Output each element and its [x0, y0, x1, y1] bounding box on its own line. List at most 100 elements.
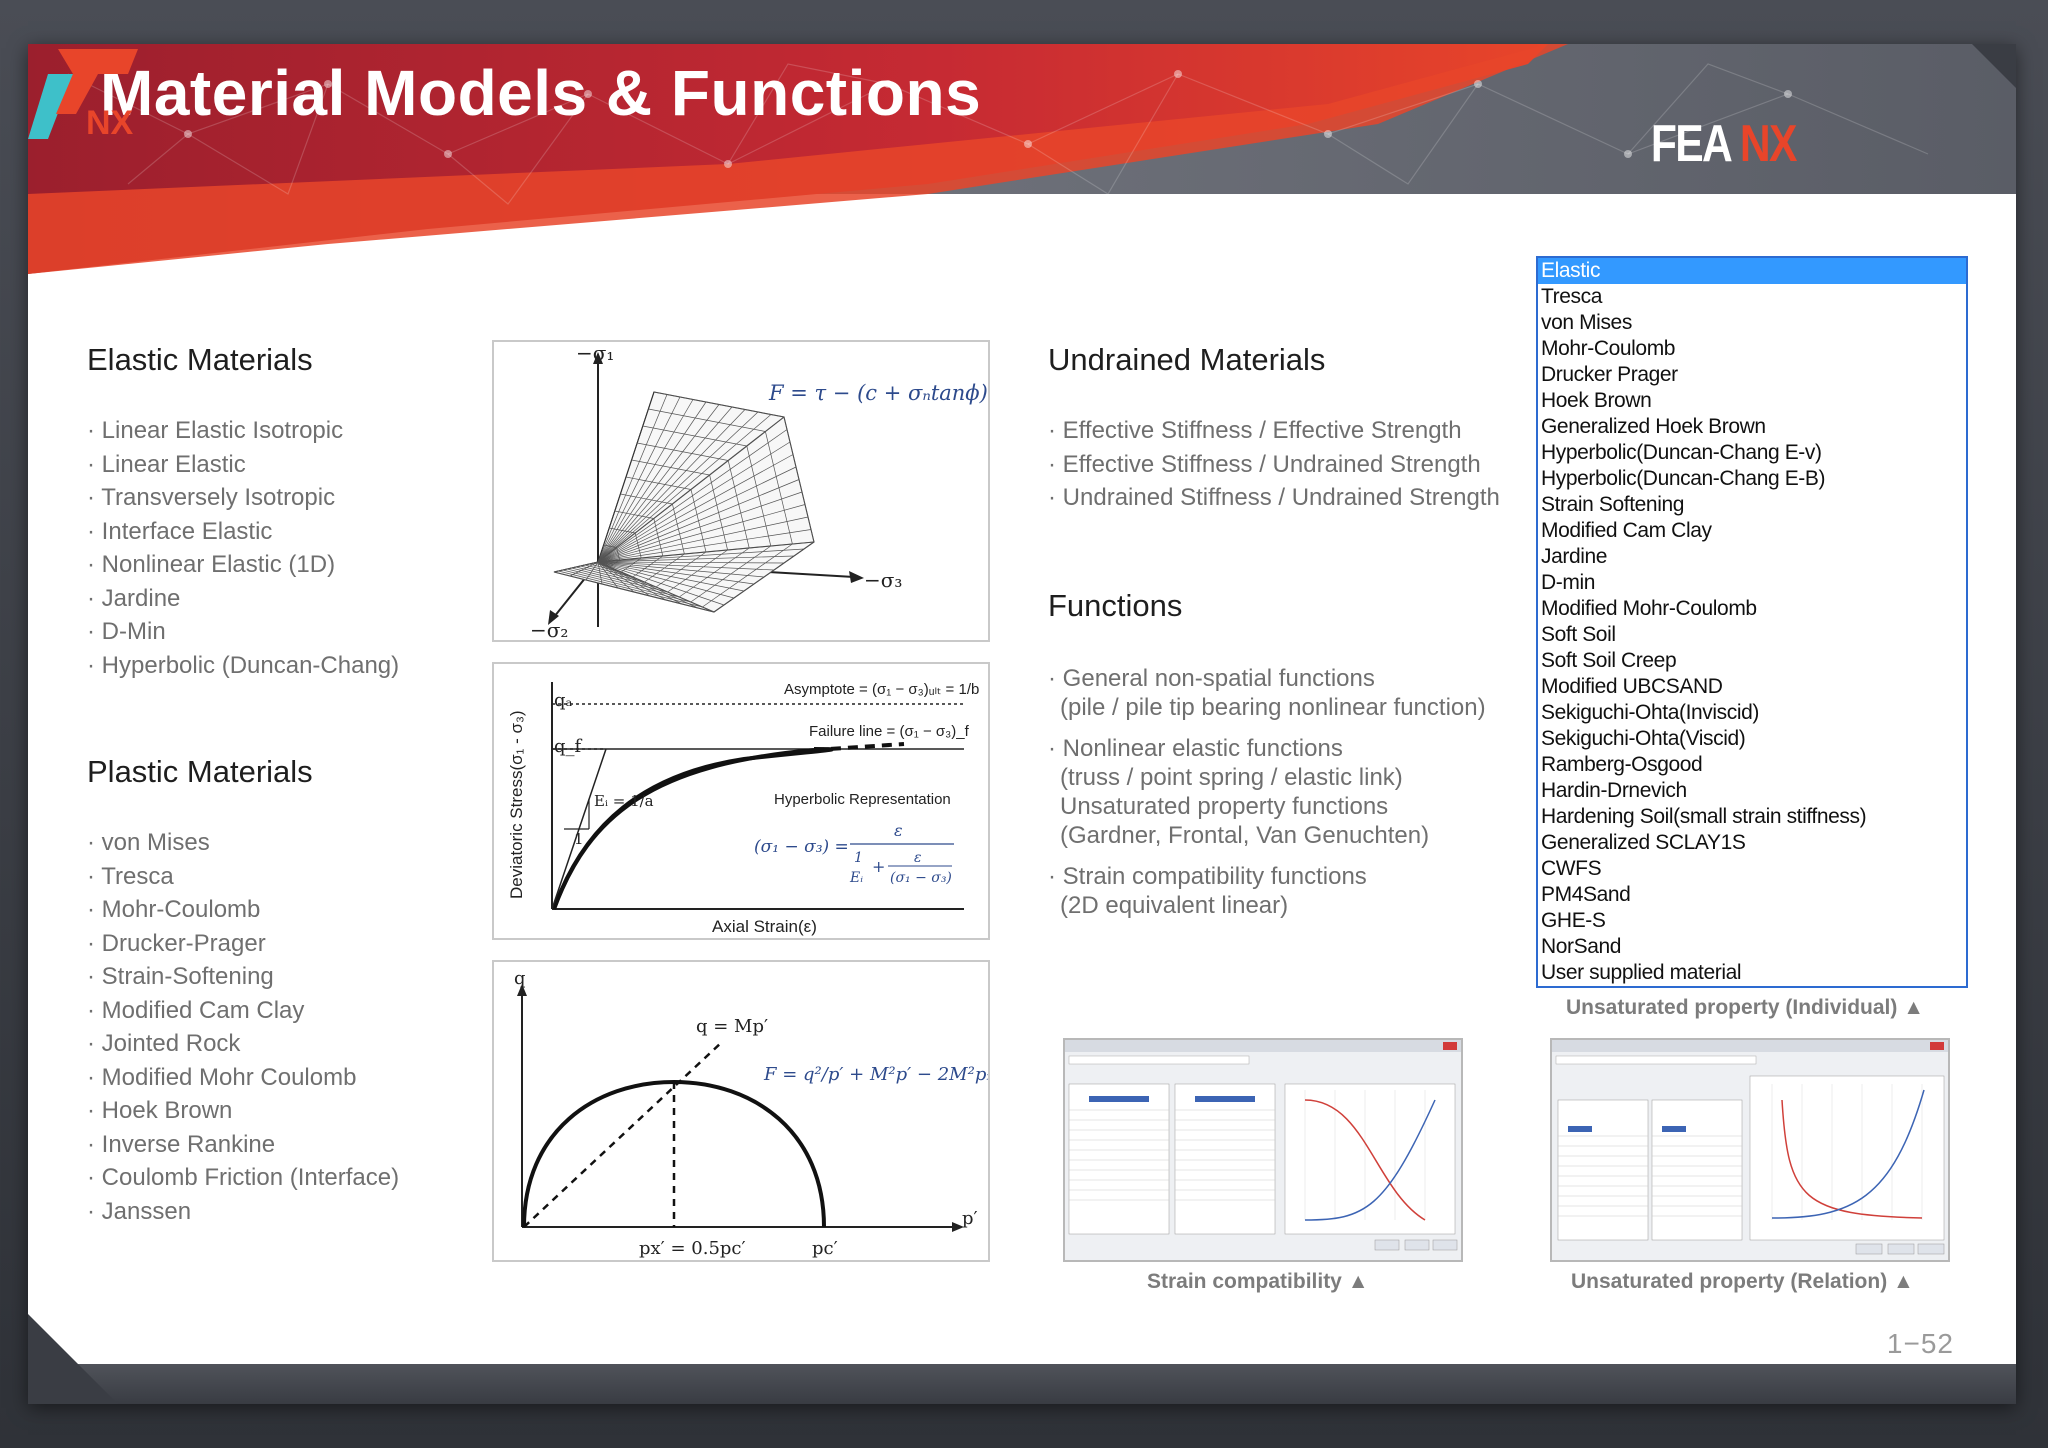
- hyp-ei: Eᵢ = 1/a: [594, 792, 654, 810]
- material-model-option[interactable]: Sekiguchi-Ohta(Viscid): [1538, 726, 1966, 752]
- elastic-list: Linear Elastic IsotropicLinear ElasticTr…: [87, 414, 399, 682]
- elastic-material-item: Nonlinear Elastic (1D): [87, 548, 399, 582]
- material-model-option[interactable]: Modified UBCSAND: [1538, 674, 1966, 700]
- camclay-figure: q p′ q = Mp′ F = q²/p′ + M²p′ − 2M²pₓ′ p…: [492, 960, 990, 1262]
- plastic-title: Plastic Materials: [87, 754, 313, 789]
- material-model-option[interactable]: CWFS: [1538, 856, 1966, 882]
- material-model-option[interactable]: Jardine: [1538, 544, 1966, 570]
- material-model-option[interactable]: Strain Softening: [1538, 492, 1966, 518]
- plastic-material-item: Mohr-Coulomb: [87, 893, 399, 927]
- hyperbolic-figure: qₐ q_f Eᵢ = 1/a 1 Asymptote = (σ₁ − σ₃)ᵤ…: [492, 662, 990, 940]
- plastic-material-item: Coulomb Friction (Interface): [87, 1161, 399, 1195]
- corner-cut: [1972, 44, 2016, 88]
- hyp-eq-lhs: (σ₁ − σ₃) =: [754, 837, 849, 857]
- undrained-material-item: Undrained Stiffness / Undrained Strength: [1048, 481, 1500, 515]
- plastic-material-item: Inverse Rankine: [87, 1128, 399, 1162]
- function-item: Strain compatibility functions(2D equiva…: [1048, 862, 1486, 920]
- material-model-option[interactable]: Soft Soil: [1538, 622, 1966, 648]
- material-model-option[interactable]: Tresca: [1538, 284, 1966, 310]
- function-line: Strain compatibility functions: [1048, 862, 1486, 891]
- functions-title: Functions: [1048, 588, 1183, 623]
- page-title: Material Models & Functions: [100, 57, 982, 129]
- material-model-option[interactable]: Mohr-Coulomb: [1538, 336, 1966, 362]
- undrained-material-item: Effective Stiffness / Effective Strength: [1048, 414, 1500, 448]
- material-model-option[interactable]: Hoek Brown: [1538, 388, 1966, 414]
- slide: Material Models & Functions FEA NX NX El…: [28, 44, 2016, 1404]
- function-item: Nonlinear elastic functions(truss / poin…: [1048, 734, 1486, 850]
- material-model-option[interactable]: Hyperbolic(Duncan-Chang E-v): [1538, 440, 1966, 466]
- mc-axis-left: −σ₂: [530, 618, 568, 640]
- plastic-material-item: Modified Mohr Coulomb: [87, 1061, 399, 1095]
- elastic-material-item: Hyperbolic (Duncan-Chang): [87, 649, 399, 683]
- bottom-bar: [28, 1364, 2016, 1404]
- plastic-material-item: von Mises: [87, 826, 399, 860]
- unsat-relation-screenshot: [1550, 1038, 1950, 1262]
- strain-compat-screenshot: [1063, 1038, 1463, 1262]
- function-line: General non-spatial functions: [1048, 664, 1486, 693]
- hyp-asymptote: Asymptote = (σ₁ − σ₃)ᵤₗₜ = 1/b: [784, 681, 979, 698]
- material-model-option[interactable]: Drucker Prager: [1538, 362, 1966, 388]
- cc-q: q: [514, 968, 526, 989]
- hyp-one: 1: [574, 830, 584, 848]
- material-model-option[interactable]: PM4Sand: [1538, 882, 1966, 908]
- plastic-material-item: Drucker-Prager: [87, 927, 399, 961]
- function-line: Nonlinear elastic functions: [1048, 734, 1486, 763]
- mc-axis-top: −σ₁: [576, 342, 614, 365]
- brand-nx: NX: [1740, 115, 1798, 173]
- material-model-option[interactable]: Ramberg-Osgood: [1538, 752, 1966, 778]
- function-line: (Gardner, Frontal, Van Genuchten): [1060, 822, 1430, 849]
- plastic-material-item: Strain-Softening: [87, 960, 399, 994]
- material-model-option[interactable]: Elastic: [1538, 258, 1966, 284]
- material-model-option[interactable]: Modified Cam Clay: [1538, 518, 1966, 544]
- plastic-material-item: Janssen: [87, 1195, 399, 1229]
- cc-px: px′ = 0.5pc′: [639, 1238, 746, 1259]
- material-model-option[interactable]: User supplied material: [1538, 960, 1966, 986]
- mc-equation: F = τ − (c + σₙtanϕ): [768, 381, 988, 405]
- hyp-xlabel: Axial Strain(ε): [712, 917, 817, 936]
- material-model-option[interactable]: D-min: [1538, 570, 1966, 596]
- hyp-eq-num: ε: [894, 821, 903, 840]
- material-model-option[interactable]: Hardening Soil(small strain stiffness): [1538, 804, 1966, 830]
- brand-wordmark: FEA NX: [1651, 114, 1798, 174]
- elastic-material-item: Jardine: [87, 582, 399, 616]
- material-model-option[interactable]: Generalized Hoek Brown: [1538, 414, 1966, 440]
- material-model-option[interactable]: Soft Soil Creep: [1538, 648, 1966, 674]
- hyp-qa: qₐ: [554, 690, 573, 711]
- function-line: (2D equivalent linear): [1060, 892, 1289, 919]
- logo-mark-text: NX: [86, 104, 134, 142]
- cc-line: q = Mp′: [696, 1016, 768, 1037]
- material-model-option[interactable]: NorSand: [1538, 934, 1966, 960]
- material-model-list[interactable]: Elastic Tresca von Mises Mohr-Coulomb Drucke…: [1536, 256, 1968, 988]
- caption-unsat-relation: Unsaturated property (Relation) ▲: [1571, 1270, 1914, 1293]
- caption-strain-compat: Strain compatibility ▲: [1147, 1270, 1369, 1293]
- undrained-material-item: Effective Stiffness / Undrained Strength: [1048, 448, 1500, 482]
- hyp-failure: Failure line = (σ₁ − σ₃)_f: [809, 723, 970, 740]
- function-line: Unsaturated property functions: [1060, 793, 1389, 820]
- elastic-material-item: Interface Elastic: [87, 515, 399, 549]
- cc-p: p′: [962, 1208, 978, 1229]
- undrained-title: Undrained Materials: [1048, 342, 1326, 377]
- elastic-title: Elastic Materials: [87, 342, 313, 377]
- material-model-option[interactable]: Hyperbolic(Duncan-Chang E-B): [1538, 466, 1966, 492]
- hyp-qf: q_f: [554, 736, 583, 757]
- material-model-option[interactable]: Modified Mohr-Coulomb: [1538, 596, 1966, 622]
- functions-list: General non-spatial functions(pile / pil…: [1048, 664, 1486, 932]
- cc-eq: F = q²/p′ + M²p′ − 2M²pₓ′: [763, 1064, 988, 1085]
- hyp-eq-den-a: 1: [854, 850, 863, 866]
- hyp-ylabel: Deviatoric Stress(σ₁ - σ₃): [507, 710, 526, 899]
- material-model-option[interactable]: Sekiguchi-Ohta(Inviscid): [1538, 700, 1966, 726]
- material-model-option[interactable]: Generalized SCLAY1S: [1538, 830, 1966, 856]
- elastic-material-item: Linear Elastic Isotropic: [87, 414, 399, 448]
- mohr-coulomb-figure: −σ₁ −σ₃ −σ₂ F = τ − (c + σₙtanϕ): [492, 340, 990, 642]
- header-banner: Material Models & Functions FEA NX NX: [28, 44, 2016, 274]
- material-model-option[interactable]: Hardin-Drnevich: [1538, 778, 1966, 804]
- function-line: (pile / pile tip bearing nonlinear funct…: [1060, 694, 1486, 721]
- elastic-material-item: Transversely Isotropic: [87, 481, 399, 515]
- cc-pc: pc′: [812, 1238, 838, 1259]
- elastic-material-item: Linear Elastic: [87, 448, 399, 482]
- function-line: (truss / point spring / elastic link): [1060, 764, 1403, 791]
- material-model-option[interactable]: GHE-S: [1538, 908, 1966, 934]
- plastic-material-item: Hoek Brown: [87, 1094, 399, 1128]
- page-number: 1−52: [1886, 1328, 1954, 1359]
- material-model-option[interactable]: von Mises: [1538, 310, 1966, 336]
